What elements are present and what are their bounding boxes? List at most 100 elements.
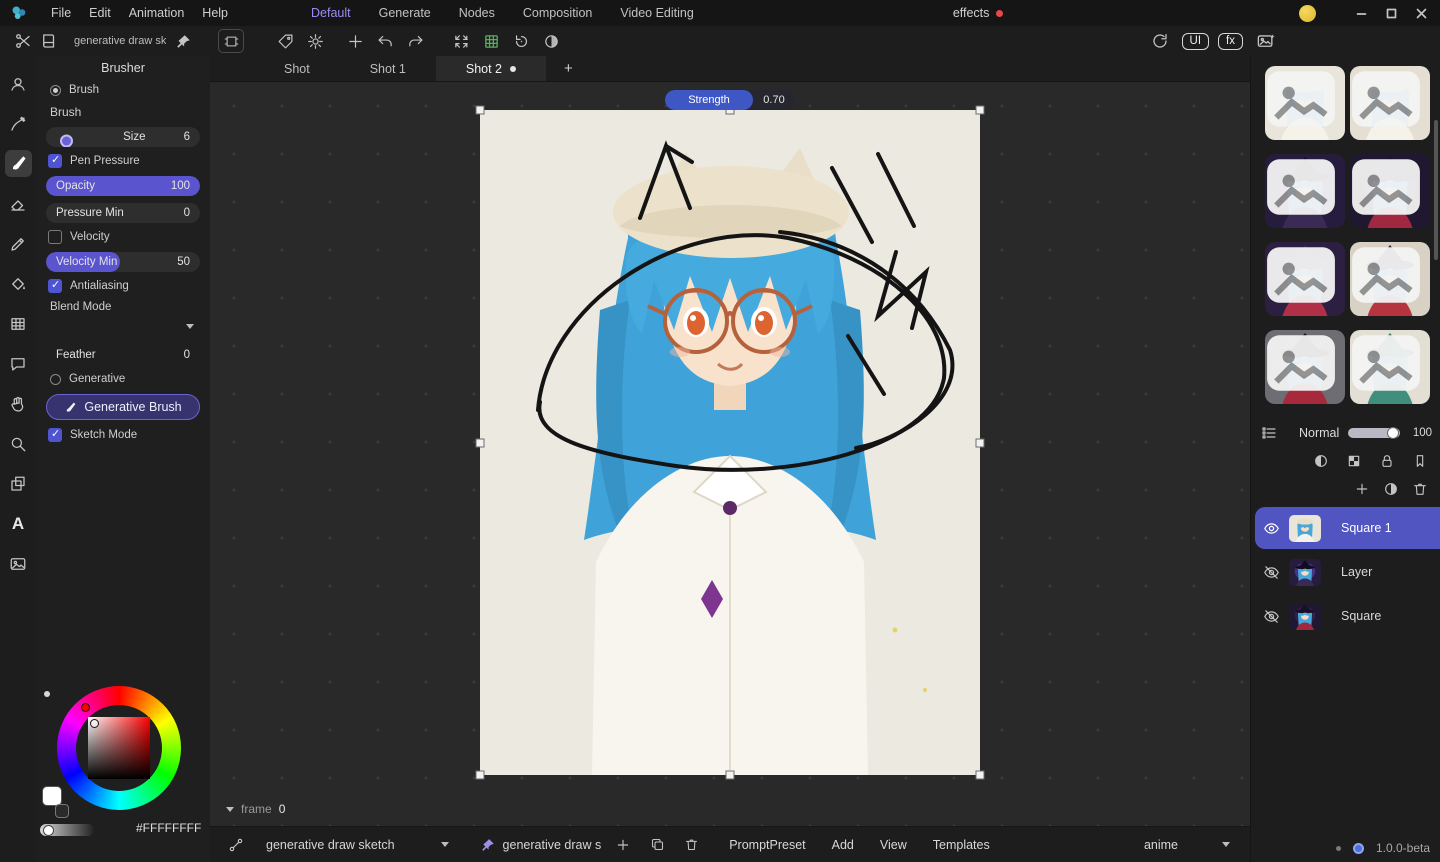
add-shot-button[interactable]: + <box>558 60 579 77</box>
hand-icon[interactable] <box>5 390 32 417</box>
scissors-icon[interactable] <box>10 29 36 53</box>
brush-radio-row[interactable]: Brush <box>50 84 196 96</box>
tab-shot-2[interactable]: Shot 2 <box>436 56 546 81</box>
layer-row[interactable]: Square 1 <box>1255 507 1440 549</box>
size-slider[interactable]: Size 6 <box>46 127 200 147</box>
strength-slider[interactable]: Strength 0.70 <box>665 90 795 110</box>
trash-icon[interactable] <box>679 833 703 857</box>
velocity-row[interactable]: Velocity <box>48 230 198 244</box>
generative-brush-button[interactable]: Generative Brush <box>46 394 200 420</box>
generated-thumbnail[interactable] <box>1350 66 1430 140</box>
pen-pressure-row[interactable]: Pen Pressure <box>48 154 198 168</box>
minimize-button[interactable] <box>1350 3 1372 23</box>
pressure-min-slider[interactable]: Pressure Min 0 <box>46 203 200 223</box>
transform-handle[interactable] <box>976 771 985 780</box>
delete-layer-icon[interactable] <box>1410 479 1430 499</box>
ui-toggle-button[interactable]: UI <box>1182 33 1210 50</box>
mode-composition[interactable]: Composition <box>509 6 606 20</box>
grid-toggle-icon[interactable] <box>478 29 504 53</box>
antialiasing-row[interactable]: Antialiasing <box>48 279 198 293</box>
alpha-lock-icon[interactable] <box>1344 451 1364 471</box>
generated-thumbnail[interactable] <box>1350 154 1430 228</box>
generative-radio[interactable] <box>50 374 61 385</box>
foreground-color-swatch[interactable] <box>42 786 62 806</box>
transform-handle[interactable] <box>476 106 485 115</box>
mode-video-editing[interactable]: Video Editing <box>606 6 707 20</box>
visibility-eye-off-icon[interactable] <box>1259 560 1283 584</box>
templates-button[interactable]: Templates <box>933 838 990 852</box>
user-avatar[interactable] <box>1299 5 1316 22</box>
adjustment-icon[interactable] <box>1381 479 1401 499</box>
ai-image-button[interactable] <box>1252 29 1278 53</box>
bookmark-icon[interactable] <box>1410 451 1430 471</box>
copy-icon[interactable] <box>645 833 669 857</box>
tab-shot[interactable]: Shot <box>254 56 340 81</box>
picker-collapse-dot[interactable] <box>44 691 50 697</box>
active-preset-name[interactable]: generative draw sk <box>74 35 166 47</box>
hue-marker[interactable] <box>81 703 90 712</box>
speech-bubble-icon[interactable] <box>5 350 32 377</box>
canvas-area[interactable]: Strength 0.70 <box>210 82 1250 826</box>
fit-screen-icon[interactable] <box>448 29 474 53</box>
sv-marker[interactable] <box>90 719 99 728</box>
undo-icon[interactable] <box>372 29 398 53</box>
brush-tool-icon[interactable] <box>5 150 32 177</box>
generated-thumbnail[interactable] <box>1265 330 1345 404</box>
velocity-min-slider[interactable]: Velocity Min 50 <box>46 252 200 272</box>
fx-button[interactable]: fx <box>1218 33 1243 50</box>
saturation-value-square[interactable] <box>88 717 150 779</box>
layer-opacity-slider[interactable] <box>1348 428 1400 438</box>
canvas-resize-icon[interactable] <box>5 470 32 497</box>
transform-handle[interactable] <box>976 438 985 447</box>
visibility-eye-off-icon[interactable] <box>1259 604 1283 628</box>
generated-thumbnail[interactable] <box>1265 154 1345 228</box>
menu-animation[interactable]: Animation <box>120 6 194 20</box>
antialiasing-checkbox[interactable] <box>48 279 62 293</box>
zoom-icon[interactable] <box>5 430 32 457</box>
sync-icon[interactable] <box>1147 29 1173 53</box>
visibility-eye-icon[interactable] <box>1259 516 1283 540</box>
fill-bucket-icon[interactable] <box>5 270 32 297</box>
tab-shot-1[interactable]: Shot 1 <box>340 56 436 81</box>
generated-thumbnail[interactable] <box>1350 242 1430 316</box>
generated-thumbnail[interactable] <box>1265 66 1345 140</box>
frame-indicator[interactable]: frame 0 <box>226 802 285 816</box>
reset-rotation-icon[interactable] <box>508 29 534 53</box>
add-layer-icon[interactable] <box>1352 479 1372 499</box>
hex-color-value[interactable]: #FFFFFFFF <box>136 821 201 835</box>
canvas-artwork[interactable] <box>480 110 980 775</box>
prompt-preset-button[interactable]: PromptPreset <box>729 838 805 852</box>
pin-icon[interactable] <box>170 29 196 53</box>
view-button[interactable]: View <box>880 838 907 852</box>
maximize-button[interactable] <box>1380 3 1402 23</box>
generated-thumbnail[interactable] <box>1350 330 1430 404</box>
curve-pen-icon[interactable] <box>5 110 32 137</box>
text-tool-icon[interactable]: A <box>5 510 32 537</box>
sketch-mode-row[interactable]: Sketch Mode <box>48 428 198 442</box>
image-frame-icon[interactable] <box>5 550 32 577</box>
close-button[interactable] <box>1410 3 1432 23</box>
sketch-mode-checkbox[interactable] <box>48 428 62 442</box>
tag-icon[interactable] <box>272 29 298 53</box>
mode-default[interactable]: Default <box>297 6 365 20</box>
add-button[interactable]: Add <box>832 838 854 852</box>
clipping-mask-icon[interactable] <box>1311 451 1331 471</box>
blend-mode-dropdown[interactable] <box>46 315 200 337</box>
node-link-icon[interactable] <box>224 833 248 857</box>
size-slider-knob[interactable] <box>60 134 73 147</box>
timelapse-icon[interactable] <box>538 29 564 53</box>
transform-handle[interactable] <box>726 771 735 780</box>
generative-radio-row[interactable]: Generative <box>50 373 196 385</box>
value-slider[interactable] <box>40 824 94 836</box>
layer-list-icon[interactable] <box>1259 423 1279 443</box>
crop-frame-button[interactable] <box>218 29 244 53</box>
lock-icon[interactable] <box>1377 451 1397 471</box>
menu-edit[interactable]: Edit <box>80 6 120 20</box>
add-preset-icon[interactable] <box>611 833 635 857</box>
transform-handle[interactable] <box>476 438 485 447</box>
effects-toggle[interactable]: effects <box>953 6 1004 20</box>
layer-row[interactable]: Square <box>1255 595 1440 637</box>
generated-thumbnail[interactable] <box>1265 242 1345 316</box>
layer-row[interactable]: Layer <box>1255 551 1440 593</box>
opacity-slider[interactable]: Opacity 100 <box>46 176 200 196</box>
